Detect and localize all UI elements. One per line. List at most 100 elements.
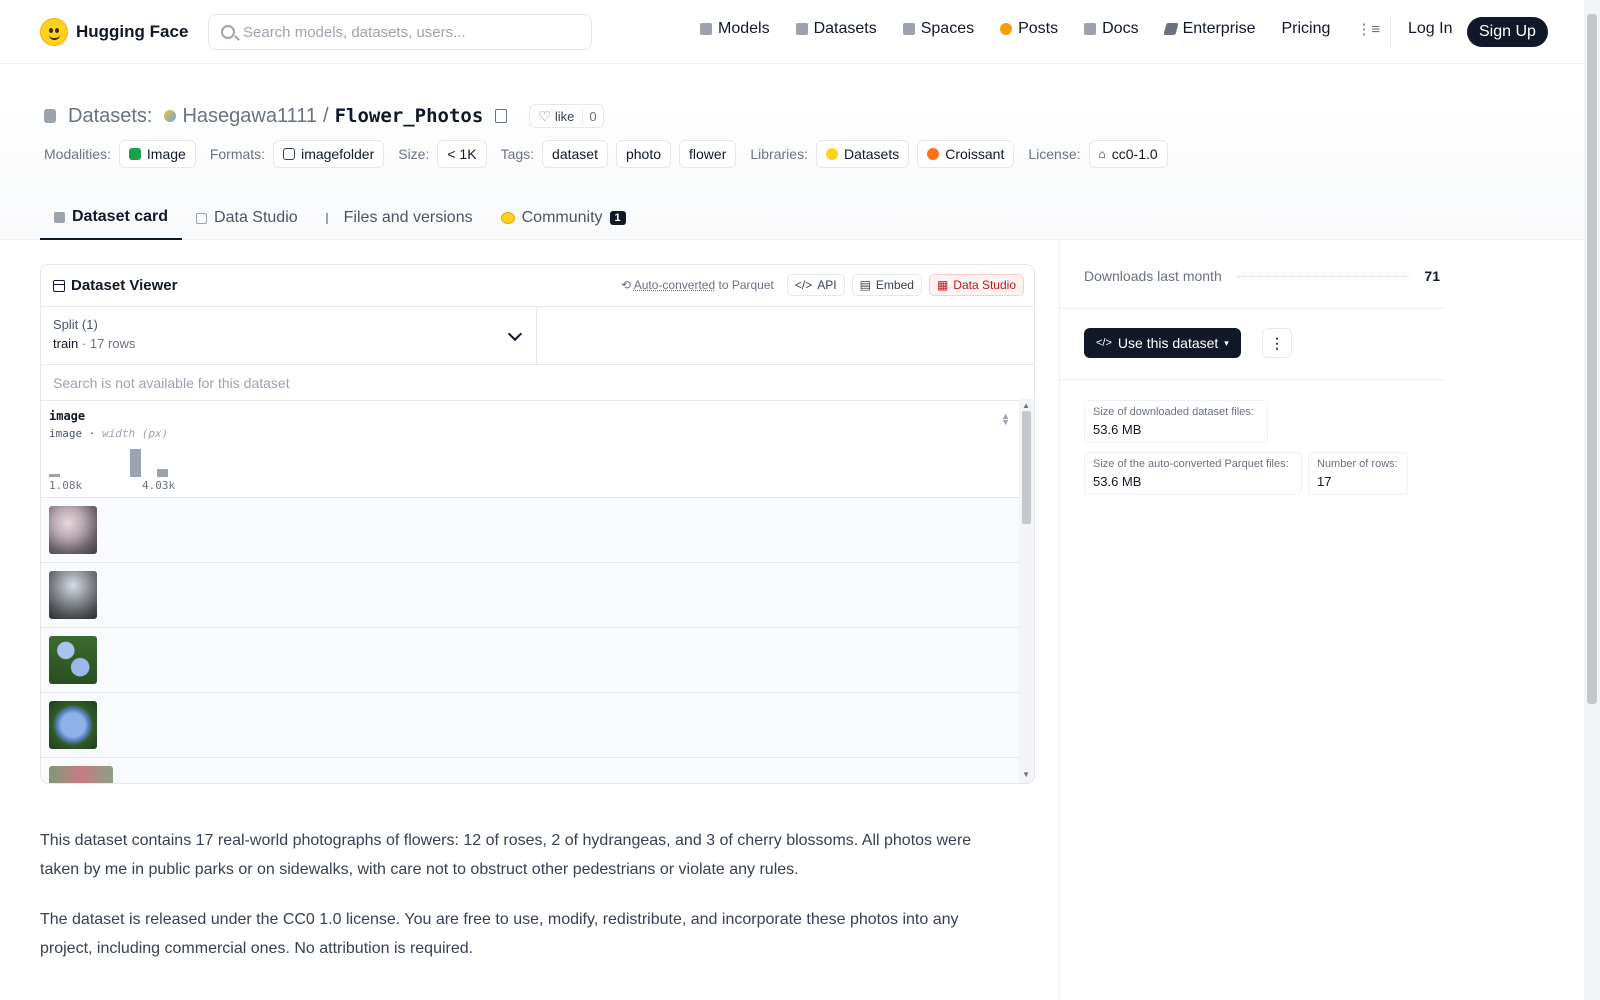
cherry-blossom-thumbnail[interactable] [49, 506, 97, 554]
use-this-dataset-button[interactable]: </> Use this dataset ▾ [1084, 328, 1241, 358]
tag-chip[interactable]: flower [679, 140, 737, 168]
split-dropdown[interactable]: Split (1) train · 17 rows [41, 307, 537, 364]
api-button[interactable]: </> API [786, 274, 845, 296]
owner-link[interactable]: Hasegawa1111 [182, 105, 317, 128]
search-input[interactable] [243, 23, 591, 41]
like-button[interactable]: ♡ like 0 [529, 104, 604, 128]
library-chip-croissant[interactable]: Croissant [917, 140, 1015, 168]
table-row[interactable] [41, 498, 1034, 563]
dataset-meta: Modalities: Image Formats: imagefolder S… [44, 140, 1168, 168]
path-separator: / [323, 104, 329, 127]
scroll-up-icon[interactable]: ▲ [1022, 401, 1030, 410]
nav-divider [1390, 16, 1391, 48]
dataset-header: Datasets: Hasegawa1111 / Flower_Photos ♡… [0, 64, 1584, 240]
license-label: License: [1028, 146, 1081, 162]
more-options-icon[interactable]: ⋮ [1262, 328, 1292, 358]
width-histogram[interactable] [49, 447, 184, 477]
viewer-actions: ⟲ Auto-converted to Parquet </> API ▤ Embe… [621, 274, 1024, 296]
format-chip[interactable]: imagefolder [273, 140, 385, 168]
heart-icon: ♡ [538, 107, 551, 124]
cherry-blossom-tree-thumbnail[interactable] [49, 571, 97, 619]
dataset-name[interactable]: Flower_Photos [335, 105, 484, 127]
search-icon [221, 25, 235, 39]
license-chip[interactable]: ⌂ cc0-1.0 [1088, 140, 1168, 168]
stat-download-size: Size of downloaded dataset files: 53.6 M… [1084, 400, 1268, 443]
community-badge: 1 [609, 211, 626, 225]
nav-models[interactable]: Models [700, 20, 770, 38]
table-row[interactable] [41, 758, 1034, 783]
viewer-title: Dataset Viewer [53, 277, 177, 294]
nav-datasets[interactable]: Datasets [795, 20, 877, 38]
signup-button[interactable]: Sign Up [1467, 17, 1548, 47]
split-label: Split (1) [53, 317, 98, 332]
size-chip[interactable]: < 1K [437, 140, 487, 168]
tab-community[interactable]: Community 1 [487, 196, 640, 240]
hugging-face-logo-icon [40, 18, 68, 46]
data-studio-button[interactable]: ▦ Data Studio [928, 274, 1024, 296]
table-row[interactable] [41, 563, 1034, 628]
modalities-label: Modalities: [44, 146, 111, 162]
hydrangea-thumbnail[interactable] [49, 701, 97, 749]
nav-docs[interactable]: Docs [1084, 20, 1139, 38]
files-icon [325, 212, 337, 224]
menu-icon[interactable]: ⋮≡ [1356, 20, 1380, 38]
viewer-search-input[interactable] [53, 374, 1022, 391]
card-icon [54, 211, 65, 223]
main-nav: Models Datasets Spaces Posts Docs Enterp… [700, 20, 1380, 38]
scroll-down-icon[interactable]: ▼ [1022, 770, 1030, 779]
libraries-label: Libraries: [750, 146, 808, 162]
nav-pricing[interactable]: Pricing [1281, 20, 1330, 38]
nav-enterprise[interactable]: Enterprise [1162, 20, 1255, 38]
login-link[interactable]: Log In [1408, 20, 1452, 38]
library-chip-datasets[interactable]: Datasets [815, 140, 910, 168]
column-type: image · width (px) [49, 427, 169, 440]
stat-number-of-rows: Number of rows: 17 [1308, 452, 1408, 495]
tab-files-and-versions[interactable]: Files and versions [312, 196, 487, 240]
column-header-image[interactable]: image image · width (px) 1.08k 4.03k ▲ ▼ [41, 401, 1034, 498]
auto-converted-link[interactable]: Auto-converted [634, 278, 715, 292]
viewer-header: Dataset Viewer ⟲ Auto-converted to Parqu… [41, 265, 1034, 307]
tag-chip[interactable]: photo [615, 140, 672, 168]
tab-dataset-card[interactable]: Dataset card [40, 196, 183, 240]
rose-thumbnail[interactable] [49, 766, 113, 783]
nav-spaces[interactable]: Spaces [902, 20, 974, 38]
tag-chip[interactable]: dataset [542, 140, 608, 168]
table-icon [196, 212, 208, 224]
datasets-icon [795, 23, 808, 35]
enterprise-icon [1162, 23, 1179, 35]
dataset-tabs: Dataset card Data Studio Files and versi… [40, 196, 640, 240]
histogram-bar[interactable] [49, 474, 60, 477]
croissant-icon [927, 148, 940, 160]
divider [1060, 379, 1444, 380]
downloads-stat: Downloads last month 71 [1084, 268, 1440, 284]
spaces-icon [902, 23, 915, 35]
description-paragraph: This dataset contains 17 real-world phot… [40, 832, 972, 878]
embed-button[interactable]: ▤ Embed [851, 274, 922, 296]
brand-logo[interactable]: Hugging Face [40, 18, 188, 46]
tab-data-studio[interactable]: Data Studio [182, 196, 312, 240]
section-link[interactable]: Datasets: [68, 105, 152, 128]
database-icon [44, 109, 56, 123]
histogram-bar[interactable] [130, 449, 141, 477]
viewer-rows [41, 498, 1034, 783]
sort-icon[interactable]: ▲ ▼ [1001, 412, 1010, 427]
dataset-description: This dataset contains 17 real-world phot… [40, 826, 1000, 984]
viewer-search [41, 365, 1034, 401]
viewer-scrollbar-thumb[interactable] [1022, 411, 1031, 524]
modality-chip[interactable]: Image [118, 140, 196, 168]
embed-icon: ▤ [859, 278, 871, 292]
nav-posts[interactable]: Posts [1000, 20, 1058, 38]
copy-icon[interactable] [495, 109, 508, 123]
description-paragraph: The dataset is released under the CC0 1.… [40, 911, 959, 957]
docs-icon [1084, 23, 1097, 35]
global-search[interactable] [208, 14, 592, 50]
dataset-viewer: Dataset Viewer ⟲ Auto-converted to Parqu… [40, 264, 1035, 784]
table-row[interactable] [41, 693, 1034, 758]
formats-label: Formats: [209, 146, 266, 162]
auto-converted-note: ⟲ Auto-converted to Parquet [621, 278, 774, 292]
hydrangea-thumbnail[interactable] [49, 636, 97, 684]
page-scrollbar-thumb[interactable] [1587, 14, 1597, 704]
histogram-bar[interactable] [157, 468, 168, 477]
split-value: train · 17 rows [53, 336, 136, 351]
table-row[interactable] [41, 628, 1034, 693]
